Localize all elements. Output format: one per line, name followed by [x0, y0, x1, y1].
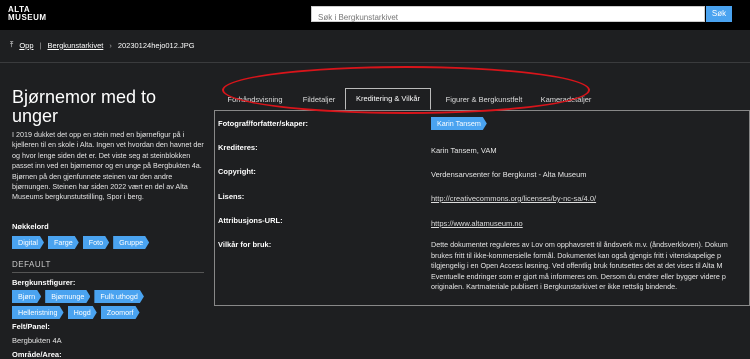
tab-preview[interactable]: Forhåndsvisning — [220, 90, 290, 110]
figure-tag-bjorn[interactable]: Bjørn — [12, 290, 41, 303]
figures-label: Bergkunstfigurer: — [12, 278, 76, 287]
license-label: Lisens: — [218, 192, 245, 201]
section-divider — [12, 272, 204, 273]
figure-tags: Bjørn Bjørnunge Fullt uthogd Helleristni… — [12, 290, 162, 319]
terms-text: Dette dokumentet reguleres av Lov om opp… — [431, 240, 750, 293]
keyword-tags: Digital Farge Foto Gruppe — [12, 236, 149, 249]
keyword-tag-gruppe[interactable]: Gruppe — [113, 236, 149, 249]
top-bar: ALTA MUSEUM Søk — [0, 0, 750, 30]
search-input[interactable] — [312, 10, 704, 25]
keyword-tag-farge[interactable]: Farge — [48, 236, 79, 249]
up-arrow-icon: ⤒ — [10, 40, 14, 49]
tab-bar: Forhåndsvisning Fildetaljer Kreditering … — [214, 88, 750, 111]
chevron-right-icon: › — [109, 40, 112, 50]
figure-tag-helleristning[interactable]: Helleristning — [12, 306, 64, 319]
breadcrumb-current: 20230124hejo012.JPG — [117, 40, 195, 50]
alta-museum-logo[interactable]: ALTA MUSEUM — [8, 6, 47, 22]
tab-camera-details[interactable]: Kameradetaljer — [534, 90, 598, 110]
keyword-tag-digital[interactable]: Digital — [12, 236, 44, 249]
terms-line: Eventuelle endringer som er gjort må inf… — [431, 271, 726, 281]
page-title: Bjørnemor med to unger — [12, 87, 157, 126]
tab-figures-fields[interactable]: Figurer & Bergkunstfelt — [434, 90, 534, 110]
figure-tag-zoomorf[interactable]: Zoomorf — [101, 306, 140, 319]
photographer-tag[interactable]: Karin Tansem — [431, 117, 487, 130]
terms-line: tilgjengelig i en Open Access løsning. V… — [431, 261, 723, 270]
breadcrumb-up-link[interactable]: Opp — [19, 41, 33, 50]
attribution-url-label: Attribusjons-URL: — [218, 216, 283, 225]
breadcrumb-archive-link[interactable]: Bergkunstarkivet — [47, 41, 103, 50]
attribution-url-value: https://www.altamuseum.no — [431, 219, 523, 228]
logo-line2: MUSEUM — [8, 13, 47, 22]
terms-line: brukes fritt til ikke-kommersielle formå… — [431, 250, 722, 260]
tab-credits-terms[interactable]: Kreditering & Vilkår — [345, 88, 431, 110]
photographer-label: Fotograf/forfatter/skaper: — [218, 119, 309, 128]
header-divider — [0, 62, 750, 63]
breadcrumb-separator: | — [39, 40, 42, 50]
copyright-label: Copyright: — [218, 167, 256, 176]
tab-file-details[interactable]: Fildetaljer — [294, 90, 344, 110]
photographer-value: Karin Tansem — [431, 119, 487, 128]
copyright-value: Verdensarvsenter for Bergkunst - Alta Mu… — [431, 170, 587, 179]
field-panel-label: Felt/Panel: — [12, 322, 50, 331]
attribution-url-link[interactable]: https://www.altamuseum.no — [431, 219, 523, 228]
figure-tag-hogd[interactable]: Hogd — [68, 306, 97, 319]
search-box — [311, 6, 705, 25]
breadcrumb: ⤒ Opp | Bergkunstarkivet › 20230124hejo0… — [10, 40, 195, 50]
keyword-tag-foto[interactable]: Foto — [83, 236, 109, 249]
terms-line: Dette dokumentet reguleres av Lov om opp… — [431, 240, 728, 249]
field-panel-value: Bergbukten 4A — [12, 336, 62, 345]
keywords-label: Nøkkelord — [12, 222, 49, 231]
figure-tag-bjornunge[interactable]: Bjørnunge — [45, 290, 90, 303]
figure-tag-fullt-uthogd[interactable]: Fullt uthogd — [94, 290, 144, 303]
search-button[interactable]: Søk — [706, 6, 732, 22]
license-link[interactable]: http://creativecommons.org/licenses/by-n… — [431, 194, 596, 203]
credits-label: Krediteres: — [218, 143, 258, 152]
terms-label: Vilkår for bruk: — [218, 240, 272, 249]
description-text: I 2019 dukket det opp en stein med en bj… — [12, 130, 204, 202]
terms-line: originalen. Kartmateriale publisert i Be… — [431, 282, 678, 291]
credits-value: Karin Tansem, VAM — [431, 146, 497, 155]
section-title-default: DEFAULT — [12, 260, 51, 269]
license-value: http://creativecommons.org/licenses/by-n… — [431, 194, 596, 203]
